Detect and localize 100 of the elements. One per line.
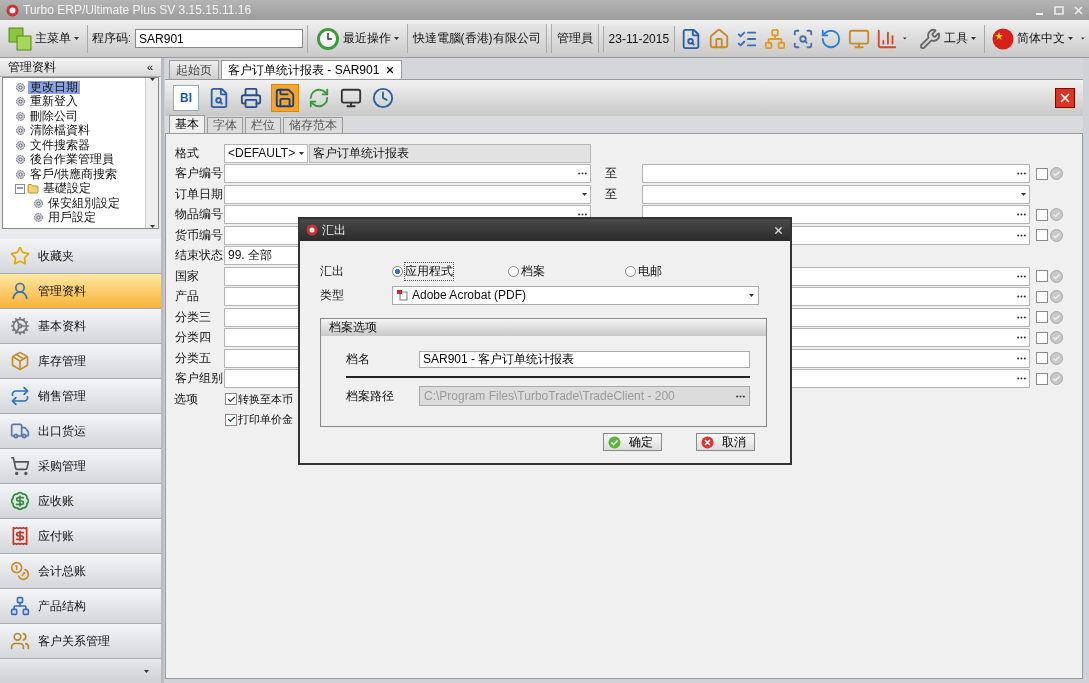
current-date: 23-11-2015 [602,25,676,52]
ellipsis-icon[interactable] [578,213,587,217]
cancel-button[interactable]: 取消 [696,433,755,451]
module-button[interactable]: 产品结构 [0,589,161,624]
form-tab[interactable]: 栏位 [245,117,281,133]
check-circle-icon[interactable] [1050,372,1063,386]
module-button[interactable]: 基本资料 [0,309,161,344]
tree-item[interactable]: 刪除公司 [28,109,80,123]
form-tab[interactable]: 储存范本 [283,117,343,133]
program-code-input[interactable]: SAR901 [135,29,303,48]
module-button[interactable]: 销售管理 [0,379,161,414]
field-label: 档案路径 [346,387,395,405]
print-icon[interactable] [239,86,263,110]
recent-button[interactable]: 最近操作 [311,24,403,53]
clock-icon[interactable] [371,86,395,110]
check-circle-icon[interactable] [1050,167,1063,181]
checkbox[interactable] [225,413,237,426]
checkbox[interactable] [1036,352,1048,365]
caret-icon [749,293,754,297]
format-select[interactable]: <DEFAULT> [224,143,308,163]
main-menu-button[interactable]: 主菜单 [4,24,83,53]
ellipsis-icon[interactable] [578,172,587,176]
field-label: 分类四 [175,329,212,347]
checkbox[interactable] [225,393,237,406]
radio-option[interactable]: 应用程式 [392,262,508,280]
tree-item[interactable]: 後台作業管理員 [28,153,116,167]
check-circle-icon[interactable] [1050,331,1063,345]
check-circle-icon[interactable] [1050,228,1063,242]
ellipsis-icon[interactable] [736,394,745,398]
tree-item[interactable]: 保安組別設定 [46,196,122,210]
ellipsis-icon[interactable] [1017,233,1026,237]
ellipsis-icon[interactable] [1017,315,1026,319]
document-tab[interactable]: 起始页 [169,60,219,79]
module-button[interactable]: 出口货运 [0,414,161,449]
document-tab[interactable]: 客户订单统计报表 - SAR901 [221,60,403,79]
check-circle-icon[interactable] [1050,208,1063,222]
radio-option[interactable]: 电邮 [625,262,770,280]
ellipsis-icon[interactable] [1017,336,1026,340]
ellipsis-icon[interactable] [1017,356,1026,360]
option-label: 打印单价金 [238,412,293,428]
date-field[interactable] [224,184,591,204]
checkbox[interactable] [1036,167,1048,180]
close-icon[interactable] [385,65,396,75]
export-icon[interactable] [271,84,299,112]
caret-icon [970,37,976,40]
checkbox[interactable] [1036,331,1048,344]
module-button[interactable]: 收藏夹 [0,239,161,274]
arrows-icon [10,386,30,406]
checkbox[interactable] [1036,229,1048,242]
module-button[interactable]: 客户关系管理 [0,624,161,659]
checkbox[interactable] [1036,290,1048,303]
checkbox[interactable] [1036,208,1048,221]
close-button[interactable] [1055,88,1075,108]
tree-item[interactable]: 更改日期 [28,80,80,94]
module-button[interactable]: 应付账 [0,519,161,554]
file-name-input[interactable]: SAR901 - 客户订单统计报表 [419,350,750,368]
radio-option[interactable]: 档案 [508,262,625,280]
check-circle-icon[interactable] [1050,269,1063,283]
ellipsis-icon[interactable] [1017,213,1026,217]
ellipsis-icon[interactable] [1017,377,1026,381]
tree-item[interactable]: 用戶設定 [46,211,98,225]
bi-button[interactable]: BI [173,85,199,111]
scrollbar[interactable] [145,78,158,228]
monitor-icon[interactable] [339,86,363,110]
date-field[interactable] [642,184,1030,204]
hierarchy-icon[interactable] [763,26,788,51]
ellipsis-icon[interactable] [1017,274,1026,278]
close-icon[interactable] [773,224,784,236]
tree-item[interactable]: 客戶/供應商搜索 [28,167,120,181]
tree-item[interactable]: 文件搜索器 [28,138,92,152]
ok-button[interactable]: 确定 [603,433,662,451]
module-button[interactable]: 采购管理 [0,449,161,484]
field-label: 类型 [320,286,345,304]
tree-item[interactable]: 清除檔資料 [28,124,92,138]
tree-expander-icon[interactable] [15,183,25,194]
form-tab[interactable]: 基本 [169,115,205,133]
check-circle-icon[interactable] [1050,310,1063,324]
lookup-field[interactable] [224,164,591,184]
check-circle-icon[interactable] [1050,290,1063,304]
collapse-button[interactable]: « [146,61,153,73]
check-circle-icon[interactable] [1050,351,1063,365]
form-tab[interactable]: 字体 [207,117,243,133]
refresh-icon[interactable] [307,86,331,110]
checkbox[interactable] [1036,270,1048,283]
module-button[interactable]: 库存管理 [0,344,161,379]
module-button[interactable]: 管理资料 [0,274,161,309]
ellipsis-icon[interactable] [1017,172,1026,176]
tools-button[interactable]: 工具 [914,25,980,52]
ellipsis-icon[interactable] [1017,295,1026,299]
maximize-icon[interactable] [1054,5,1064,15]
tree-item[interactable]: 基礎設定 [41,182,93,196]
language-button[interactable]: 简体中文 [988,25,1078,52]
lookup-field[interactable] [642,164,1030,184]
checkbox[interactable] [1036,311,1048,324]
module-button[interactable]: 会计总账 [0,554,161,589]
tree-item[interactable]: 重新登入 [28,95,80,109]
caret-icon [1068,37,1074,40]
checkbox[interactable] [1036,372,1048,385]
module-button[interactable]: 应收账 [0,484,161,519]
type-select[interactable]: Adobe Acrobat (PDF) [392,285,759,305]
